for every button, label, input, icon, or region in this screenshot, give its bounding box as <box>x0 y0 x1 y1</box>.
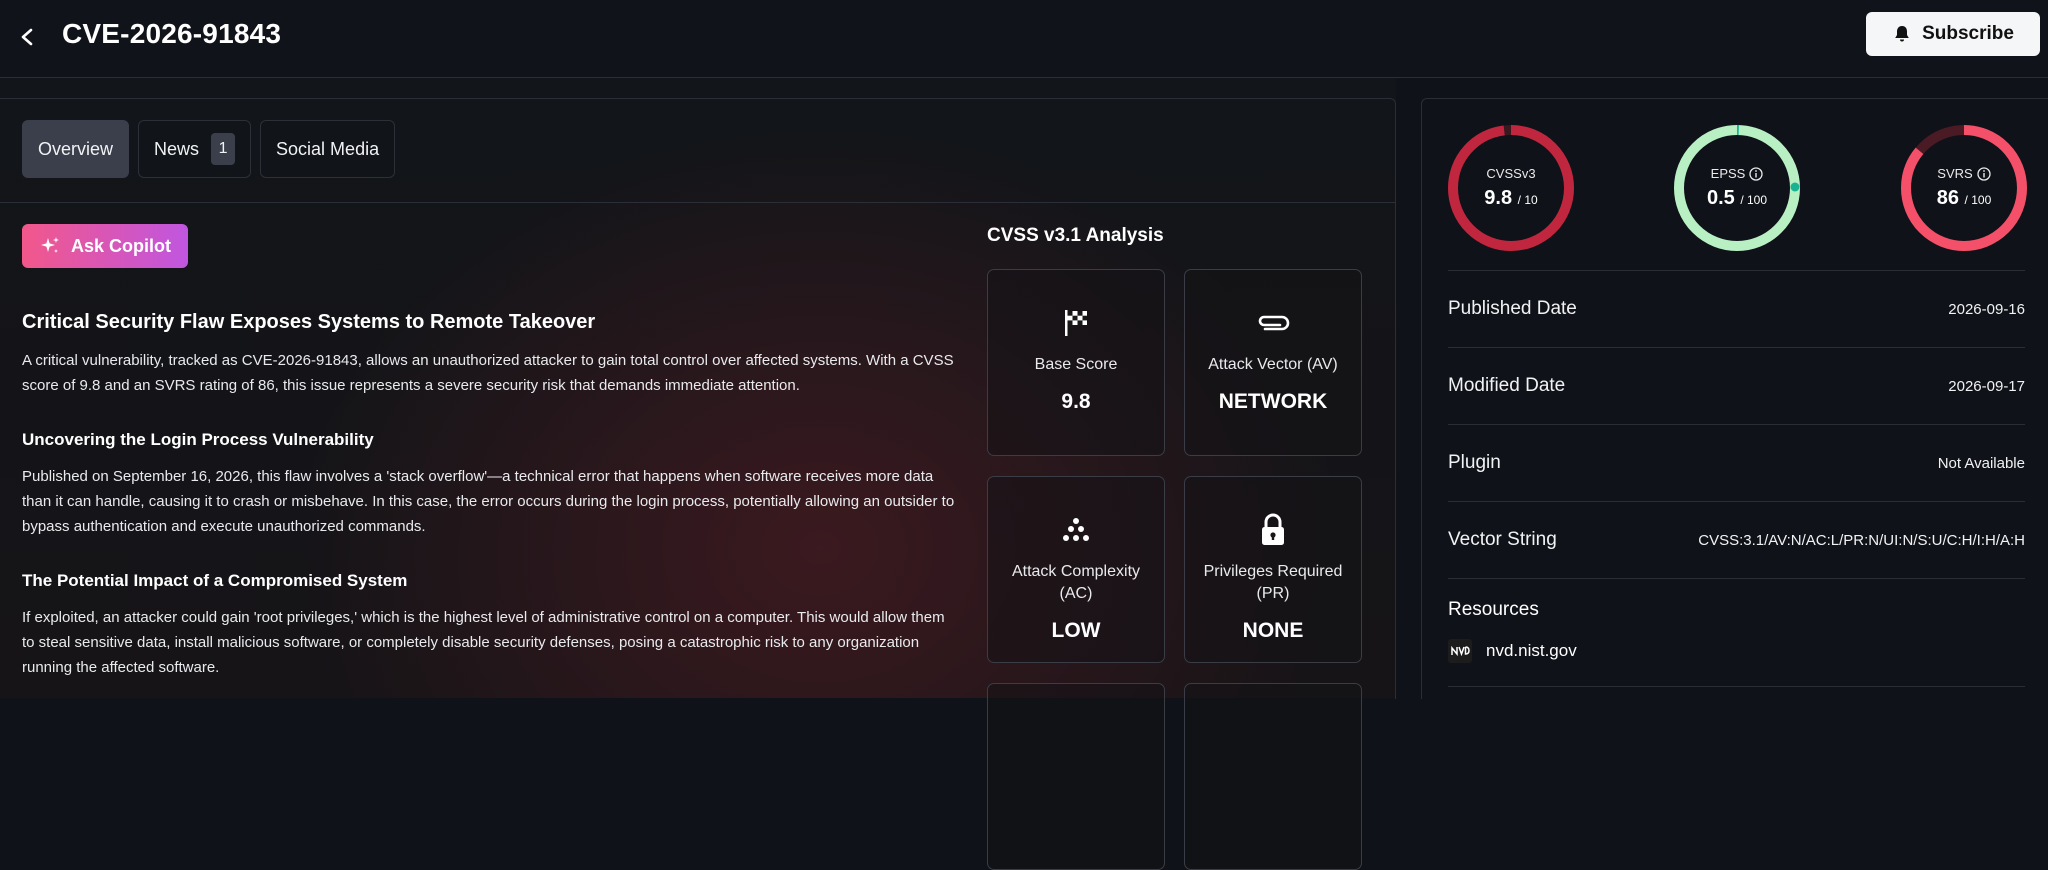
nvd-logo-icon <box>1448 639 1472 663</box>
divider <box>0 202 1395 203</box>
resources-title: Resources <box>1448 599 1539 620</box>
detail-label: Plugin <box>1448 452 1501 473</box>
page-title: CVE-2026-91843 <box>62 18 282 49</box>
epss-gauge: EPSS 0.5 / 100 <box>1672 123 1802 253</box>
detail-row-modified: Modified Date 2026-09-17 <box>1448 347 2025 424</box>
metric-value: 9.8 <box>1061 390 1091 413</box>
analysis-title: CVSS v3.1 Analysis <box>987 225 1164 246</box>
metric-card-partial <box>987 683 1165 870</box>
section-text: Published on September 16, 2026, this fl… <box>22 468 955 535</box>
article: Critical Security Flaw Exposes Systems t… <box>22 311 957 712</box>
metric-value: LOW <box>1051 619 1101 642</box>
detail-value: 2026-09-16 <box>1948 300 2025 318</box>
metric-value: NONE <box>1242 619 1304 642</box>
section-text: If exploited, an attacker could gain 'ro… <box>22 609 945 676</box>
detail-row-published: Published Date 2026-09-16 <box>1448 270 2025 347</box>
back-button[interactable] <box>12 22 42 52</box>
tab-overview[interactable]: Overview <box>22 120 130 178</box>
checkered-flag-icon <box>1062 306 1090 340</box>
metric-value: NETWORK <box>1218 390 1328 413</box>
cvss-gauge: CVSSv3 9.8 / 10 <box>1446 123 1576 253</box>
metric-label: Attack Complexity (AC) <box>1011 563 1141 602</box>
tab-social-media[interactable]: Social Media <box>260 120 396 178</box>
divider <box>1448 686 2025 687</box>
detail-value: Not Available <box>1937 454 2025 472</box>
metric-label: Base Score <box>1034 356 1118 373</box>
chevron-left-icon <box>21 28 33 46</box>
lock-icon <box>1259 513 1287 547</box>
detail-value: CVSS:3.1/AV:N/AC:L/PR:N/UI:N/S:U/C:H/I:H… <box>1698 531 2025 549</box>
gauge-max: / 100 <box>1964 193 1992 207</box>
metric-label: Privileges Required (PR) <box>1203 563 1343 602</box>
dots-pyramid-icon <box>1062 513 1090 547</box>
resource-link-nvd[interactable]: nvd.nist.gov <box>1448 639 1577 663</box>
detail-label: Modified Date <box>1448 375 1566 396</box>
sparkle-icon <box>40 237 59 253</box>
page-header: CVE-2026-91843 Subscribe <box>0 0 2048 78</box>
detail-label: Published Date <box>1448 298 1577 319</box>
tab-label: Social Media <box>276 138 380 159</box>
svrs-gauge: SVRS 86 / 100 <box>1899 123 2029 253</box>
score-sidebar: CVSSv3 9.8 / 10 EPSS 0.5 / 100 SVRS 86 /… <box>1421 98 2048 699</box>
metric-card-partial <box>1184 683 1362 870</box>
gauge-max: / 100 <box>1740 193 1768 207</box>
tab-label: News <box>154 138 200 159</box>
metric-label: Attack Vector (AV) <box>1208 356 1338 373</box>
article-title: Critical Security Flaw Exposes Systems t… <box>22 311 596 333</box>
main-panel: Overview News 1 Social Media Ask Copilot… <box>0 98 1396 870</box>
tab-label: Overview <box>38 138 114 159</box>
ask-copilot-button[interactable]: Ask Copilot <box>22 224 188 268</box>
tab-bar: Overview News 1 Social Media <box>22 120 396 178</box>
subscribe-label: Subscribe <box>1922 23 2014 44</box>
metric-card-attack-complexity: Attack Complexity (AC) LOW <box>987 476 1165 663</box>
section-heading: Uncovering the Login Process Vulnerabili… <box>22 430 374 449</box>
detail-value: 2026-09-17 <box>1948 377 2025 395</box>
gauge-label: SVRS <box>1937 166 1973 181</box>
gauge-max: / 10 <box>1517 193 1538 207</box>
metric-card-privileges-required: Privileges Required (PR) NONE <box>1184 476 1362 663</box>
gauge-value: 9.8 <box>1484 187 1513 209</box>
paperclip-icon <box>1255 306 1291 340</box>
detail-label: Vector String <box>1448 529 1557 550</box>
section-heading: The Potential Impact of a Compromised Sy… <box>22 571 408 590</box>
news-count-badge: 1 <box>211 133 236 165</box>
copilot-label: Ask Copilot <box>70 235 171 256</box>
gauge-label: CVSSv3 <box>1486 166 1536 181</box>
detail-row-plugin: Plugin Not Available <box>1448 424 2025 501</box>
metric-card-attack-vector: Attack Vector (AV) NETWORK <box>1184 269 1362 456</box>
tab-news[interactable]: News 1 <box>138 120 252 178</box>
gauge-label: EPSS <box>1710 166 1746 181</box>
metric-card-base-score: Base Score 9.8 <box>987 269 1165 456</box>
subscribe-button[interactable]: Subscribe <box>1866 12 2040 56</box>
article-intro: A critical vulnerability, tracked as CVE… <box>22 352 954 394</box>
resource-label: nvd.nist.gov <box>1486 641 1577 660</box>
info-icon[interactable] <box>1749 166 1763 181</box>
divider <box>1448 578 2025 580</box>
bell-icon <box>1895 26 1909 42</box>
detail-row-vector-string: Vector String CVSS:3.1/AV:N/AC:L/PR:N/UI… <box>1448 501 2025 578</box>
gauge-value: 86 <box>1936 187 1959 209</box>
gauge-value: 0.5 <box>1706 187 1735 209</box>
info-icon[interactable] <box>1977 166 1991 181</box>
